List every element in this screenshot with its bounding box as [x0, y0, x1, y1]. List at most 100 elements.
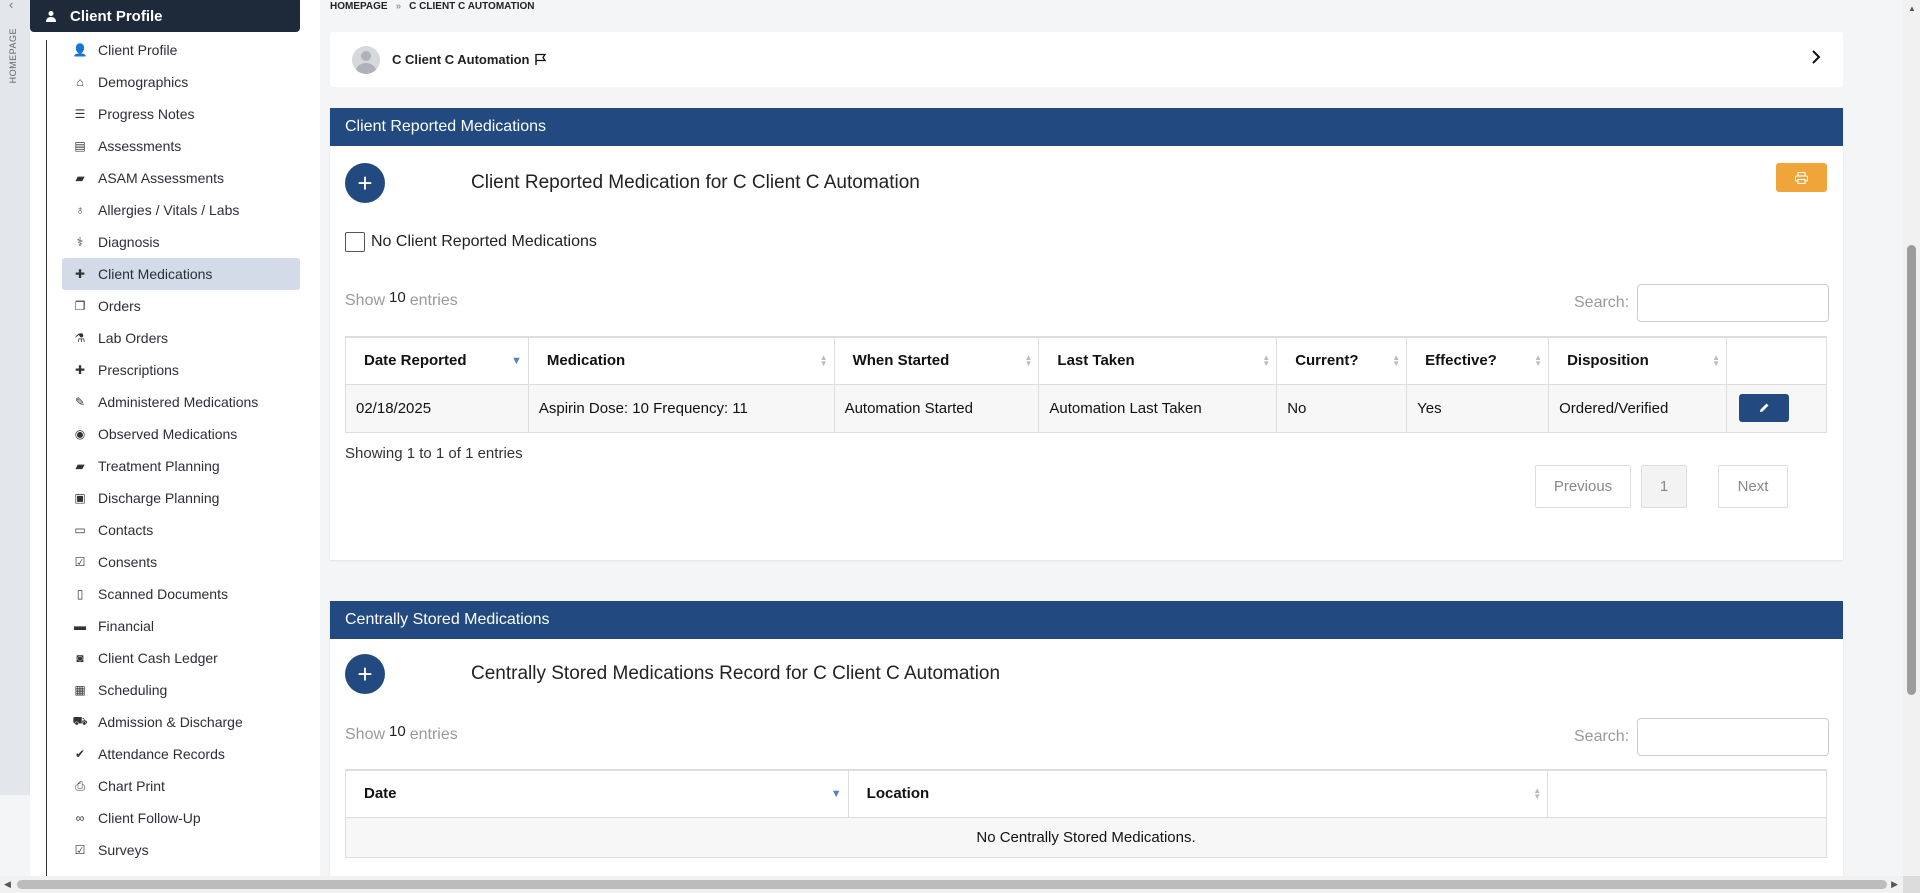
sidebar-item-administered-medications[interactable]: ✎ Administered Medications: [62, 386, 300, 418]
sidebar-item-label: Observed Medications: [98, 426, 238, 442]
user-icon: [44, 9, 58, 23]
no-reported-meds-label: No Client Reported Medications: [371, 233, 597, 250]
sidebar-item-admission-discharge[interactable]: ⛟ Admission & Discharge: [62, 706, 300, 738]
chevron-left-icon[interactable]: ‹: [9, 0, 13, 12]
no-reported-meds-row: No Client Reported Medications: [345, 232, 597, 252]
col-actions: [1547, 769, 1827, 818]
sidebar-item-assessments[interactable]: ▤ Assessments: [62, 130, 300, 162]
sidebar-item-treatment-planning[interactable]: ▰ Treatment Planning: [62, 450, 300, 482]
sidebar-item-observed-medications[interactable]: ◉ Observed Medications: [62, 418, 300, 450]
table-header-row: Date ▼ Location ▲ ▼: [345, 769, 1827, 818]
sidebar-item-surveys[interactable]: ☑ Surveys: [62, 834, 300, 866]
sidebar-item-label: Attendance Records: [98, 746, 225, 762]
sidebar-item-orders[interactable]: ❐ Orders: [62, 290, 300, 322]
sidebar-item-asam-assessments[interactable]: ▰ ASAM Assessments: [62, 162, 300, 194]
check-square-icon: ☑: [74, 555, 86, 569]
sidebar-item-label: Financial: [98, 618, 155, 634]
col-date-reported[interactable]: Date Reported ▼: [345, 336, 529, 385]
horizontal-scroll-thumb[interactable]: [17, 880, 1887, 889]
add-stored-medication-button[interactable]: +: [345, 654, 385, 694]
car-icon: ⛟: [72, 714, 88, 728]
empty-table-message: No Centrally Stored Medications.: [345, 816, 1827, 858]
cell-last-taken: Automation Last Taken: [1038, 383, 1278, 433]
sort-desc-icon: ▼: [830, 787, 842, 800]
entries-select[interactable]: 10: [389, 723, 406, 740]
stethoscope-icon: ♁: [75, 203, 85, 217]
no-reported-meds-checkbox[interactable]: [345, 232, 365, 252]
sidebar-item-chart-print[interactable]: ⎙ Chart Print: [62, 770, 300, 802]
scroll-left-arrow-icon[interactable]: ◀: [4, 879, 11, 890]
scroll-up-arrow-icon[interactable]: ▲: [1908, 4, 1916, 13]
client-header-card[interactable]: C Client C Automation: [330, 32, 1843, 87]
col-date[interactable]: Date ▼: [345, 769, 849, 818]
scroll-right-arrow-icon[interactable]: ▶: [1891, 879, 1898, 890]
book-icon: ▰: [75, 459, 85, 473]
sidebar-item-prescriptions[interactable]: ✚ Prescriptions: [62, 354, 300, 386]
copy-icon: ❐: [74, 299, 86, 313]
sidebar-item-discharge-planning[interactable]: ▣ Discharge Planning: [62, 482, 300, 514]
sidebar-item-label: Administered Medications: [98, 394, 259, 410]
col-when-started[interactable]: When Started ▲ ▼: [833, 336, 1040, 385]
cell-actions: [1726, 383, 1827, 433]
sidebar-header-client-profile[interactable]: Client Profile: [30, 0, 300, 32]
vertical-scrollbar[interactable]: ▲: [1903, 0, 1920, 876]
sidebar-item-diagnosis[interactable]: ⚕ Diagnosis: [62, 226, 300, 258]
col-label: Date Reported: [364, 352, 467, 370]
previous-page-button[interactable]: Previous: [1535, 465, 1631, 508]
col-label: Location: [866, 785, 930, 803]
sidebar-item-client-cash-ledger[interactable]: ◙ Client Cash Ledger: [62, 642, 300, 674]
col-actions: [1726, 336, 1827, 385]
sort-desc-icon: ▼: [510, 354, 522, 367]
sidebar-item-scanned-documents[interactable]: ▯ Scanned Documents: [62, 578, 300, 610]
sidebar-item-scheduling[interactable]: ▦ Scheduling: [62, 674, 300, 706]
sidebar-item-client-follow-up[interactable]: ∞ Client Follow-Up: [62, 802, 300, 834]
sidebar-nav-list: 👤 Client Profile ⌂ Demographics ☰ Progress No…: [62, 34, 300, 893]
breadcrumb-homepage-link[interactable]: HOMEPAGE: [330, 1, 388, 12]
show-label: Show: [345, 726, 386, 743]
add-reported-medication-button[interactable]: +: [345, 163, 385, 203]
sidebar-item-lab-orders[interactable]: ⚗ Lab Orders: [62, 322, 300, 354]
search-input[interactable]: [1637, 718, 1830, 756]
sidebar-item-financial[interactable]: ▬ Financial: [62, 610, 300, 642]
page-1-button[interactable]: 1: [1641, 465, 1687, 508]
table-row[interactable]: 02/18/2025 Aspirin Dose: 10 Frequency: 1…: [345, 383, 1827, 433]
print-icon: [1795, 171, 1808, 184]
scrollbar-corner: [1903, 876, 1920, 893]
next-page-button[interactable]: Next: [1718, 465, 1788, 508]
col-location[interactable]: Location ▲ ▼: [847, 769, 1549, 818]
col-last-taken[interactable]: Last Taken ▲ ▼: [1038, 336, 1278, 385]
entries-label: entries: [409, 292, 458, 309]
cell-current: No: [1276, 383, 1408, 433]
chevron-right-icon[interactable]: [1811, 50, 1821, 69]
address-card-icon: ▭: [74, 523, 86, 537]
sidebar-item-client-profile[interactable]: 👤 Client Profile: [62, 34, 300, 66]
horizontal-scrollbar[interactable]: ◀ ▶: [0, 876, 1920, 893]
sidebar-item-progress-notes[interactable]: ☰ Progress Notes: [62, 98, 300, 130]
sidebar-item-label: Chart Print: [98, 778, 165, 794]
entries-select[interactable]: 10: [389, 289, 406, 306]
vertical-scroll-thumb[interactable]: [1907, 245, 1916, 695]
sort-icon: ▲ ▼: [1024, 352, 1033, 368]
sidebar-item-consents[interactable]: ☑ Consents: [62, 546, 300, 578]
col-medication[interactable]: Medication ▲ ▼: [527, 336, 835, 385]
col-label: Date: [364, 785, 397, 803]
edit-button[interactable]: [1739, 394, 1789, 422]
print-button[interactable]: [1776, 163, 1827, 192]
sidebar-item-attendance-records[interactable]: ✔ Attendance Records: [62, 738, 300, 770]
sidebar-item-client-medications[interactable]: ✚ Client Medications: [62, 258, 300, 290]
check-icon: ✔: [74, 747, 86, 761]
col-effective[interactable]: Effective? ▲ ▼: [1406, 336, 1550, 385]
col-current[interactable]: Current? ▲ ▼: [1276, 336, 1408, 385]
sidebar-item-contacts[interactable]: ▭ Contacts: [62, 514, 300, 546]
collapsed-homepage-strip[interactable]: ‹ HOMEPAGE: [0, 0, 30, 795]
search-input[interactable]: [1637, 284, 1830, 322]
sidebar-item-allergies-vitals-labs[interactable]: ♁ Allergies / Vitals / Labs: [62, 194, 300, 226]
sort-icon: ▲ ▼: [1533, 785, 1542, 801]
sidebar-item-demographics[interactable]: ⌂ Demographics: [62, 66, 300, 98]
flag-icon[interactable]: [534, 53, 547, 66]
pagination: Previous 1 Next: [1535, 465, 1788, 508]
col-disposition[interactable]: Disposition ▲ ▼: [1548, 336, 1727, 385]
sort-icon: ▲ ▼: [819, 352, 828, 368]
sort-icon: ▲ ▼: [1262, 352, 1271, 368]
cell-effective: Yes: [1406, 383, 1550, 433]
